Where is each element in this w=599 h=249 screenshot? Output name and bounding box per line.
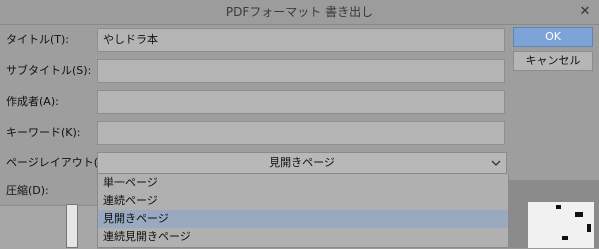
preview-speck	[556, 205, 561, 209]
preview-speck	[562, 236, 568, 240]
author-field[interactable]	[97, 90, 505, 114]
page-layout-dropdown-list: 単一ページ 連続ページ 見開きページ 連続見開きページ	[97, 174, 509, 248]
author-label: 作成者(A):	[6, 95, 59, 108]
cancel-button[interactable]: キャンセル	[513, 51, 593, 71]
subtitle-label: サブタイトル(S):	[6, 64, 92, 77]
preview-thumbnail-edge	[66, 204, 78, 248]
preview-speck	[587, 224, 591, 232]
keywords-field[interactable]	[97, 121, 505, 145]
pdf-export-dialog: PDFフォーマット 書き出し ✕ タイトル(T): やしドラ本 サブタイトル(S…	[0, 0, 599, 249]
dropdown-option-facing-pages[interactable]: 見開きページ	[98, 210, 508, 228]
dropdown-option-continuous-facing[interactable]: 連続見開きページ	[98, 228, 508, 246]
preview-speck	[575, 212, 583, 217]
page-layout-select[interactable]: 見開きページ	[97, 152, 507, 174]
title-field[interactable]: やしドラ本	[97, 28, 505, 52]
preview-page	[528, 202, 594, 248]
title-bar: PDFフォーマット 書き出し ✕	[0, 0, 599, 25]
dialog-title: PDFフォーマット 書き出し	[225, 5, 374, 19]
title-label: タイトル(T):	[6, 33, 70, 46]
dropdown-option-single-page[interactable]: 単一ページ	[98, 174, 508, 192]
keywords-label: キーワード(K):	[6, 126, 81, 139]
page-layout-selected-value: 見開きページ	[269, 156, 335, 169]
compression-row-background	[0, 205, 97, 249]
dropdown-option-continuous[interactable]: 連続ページ	[98, 192, 508, 210]
compression-label: 圧縮(D):	[6, 184, 49, 197]
close-icon[interactable]: ✕	[575, 0, 595, 24]
ok-button[interactable]: OK	[513, 27, 593, 47]
subtitle-field[interactable]	[97, 59, 505, 83]
